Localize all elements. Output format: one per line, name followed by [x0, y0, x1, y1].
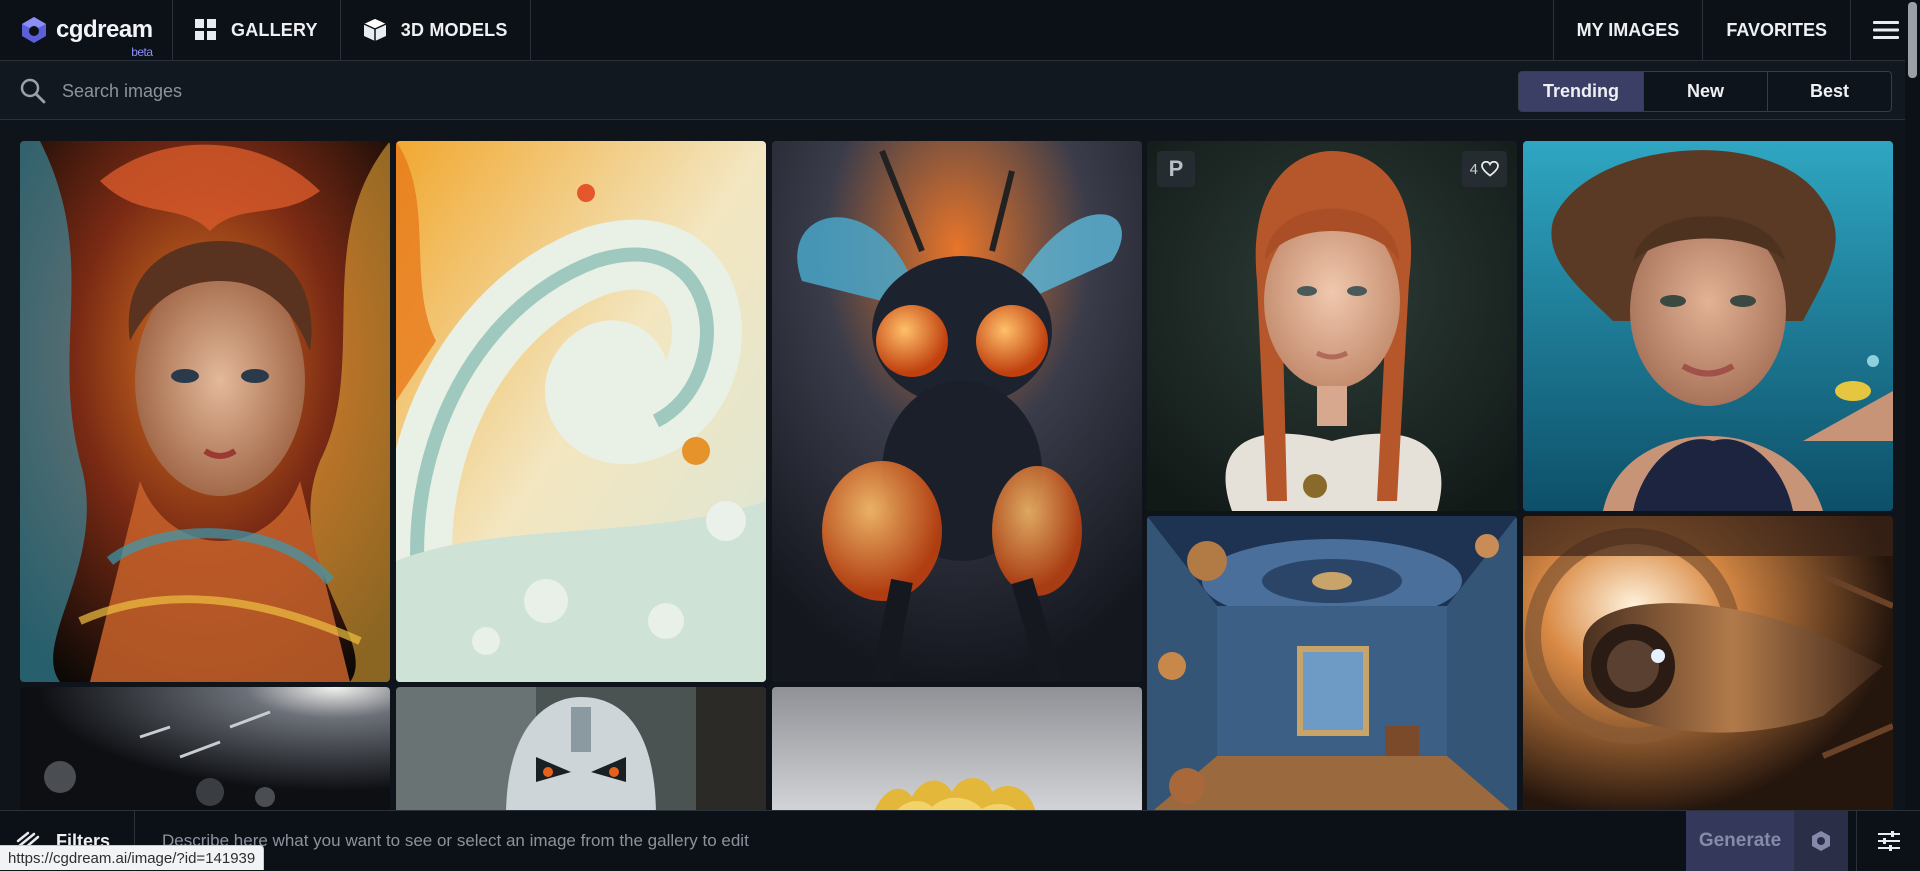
image-thumbnail — [772, 687, 1142, 810]
search-input[interactable] — [62, 75, 1162, 107]
image-thumbnail — [396, 687, 766, 810]
image-thumbnail — [1147, 516, 1517, 810]
image-gallery: P 4 — [0, 120, 1920, 810]
gallery-image[interactable] — [772, 141, 1142, 682]
heart-icon — [1481, 161, 1499, 177]
status-bar-url: https://cgdream.ai/image/?id=141939 — [0, 845, 265, 870]
model-icon — [1812, 831, 1830, 851]
generate-button[interactable]: Generate — [1686, 811, 1794, 871]
scrollbar-thumb[interactable] — [1908, 2, 1917, 78]
logo-text: cgdream beta — [56, 18, 153, 60]
gallery-image[interactable] — [396, 687, 766, 810]
settings-button[interactable] — [1856, 811, 1920, 871]
gallery-image[interactable]: P 4 — [1147, 141, 1517, 511]
my-images-label: MY IMAGES — [1576, 19, 1680, 40]
my-images-button[interactable]: MY IMAGES — [1552, 0, 1703, 60]
gallery-image[interactable] — [20, 141, 390, 682]
gallery-image[interactable] — [1523, 141, 1893, 511]
grid-icon — [195, 19, 216, 40]
sliders-icon — [1877, 831, 1900, 851]
gallery-image[interactable] — [20, 687, 390, 810]
premium-badge: P — [1157, 151, 1195, 187]
image-thumbnail — [1523, 516, 1893, 810]
prompt-input[interactable] — [162, 826, 1662, 856]
page-scrollbar[interactable] — [1905, 0, 1920, 810]
image-thumbnail — [1147, 141, 1517, 511]
nav-gallery-label: GALLERY — [231, 19, 318, 40]
top-navigation-bar: cgdream beta GALLERY 3D MODELS MY IMAGES… — [0, 0, 1920, 61]
sort-best-button[interactable]: Best — [1767, 72, 1891, 111]
hamburger-menu-icon — [1872, 21, 1899, 39]
like-button[interactable]: 4 — [1461, 151, 1507, 187]
sort-toggle-group: Trending New Best — [1518, 71, 1892, 112]
search-bar: Trending New Best — [0, 61, 1920, 120]
favorites-button[interactable]: FAVORITES — [1702, 0, 1850, 60]
image-thumbnail — [20, 141, 390, 682]
favorites-label: FAVORITES — [1726, 19, 1827, 40]
nav-gallery-button[interactable]: GALLERY — [173, 0, 341, 60]
gallery-image[interactable] — [1523, 516, 1893, 810]
search-icon — [20, 78, 46, 104]
nav-3d-models-button[interactable]: 3D MODELS — [341, 0, 531, 60]
image-thumbnail — [396, 141, 766, 682]
image-thumbnail — [20, 687, 390, 810]
gallery-image[interactable] — [772, 687, 1142, 810]
cube-icon — [363, 19, 387, 41]
bottom-prompt-bar: Filters Generate — [0, 810, 1920, 871]
image-thumbnail — [1523, 141, 1893, 511]
logo[interactable]: cgdream beta — [0, 0, 173, 60]
gallery-image[interactable] — [396, 141, 766, 682]
cgdream-logo-icon — [22, 17, 46, 43]
model-select-button[interactable] — [1794, 811, 1848, 871]
nav-3d-models-label: 3D MODELS — [400, 19, 508, 40]
image-thumbnail — [772, 141, 1142, 682]
sort-new-button[interactable]: New — [1643, 72, 1767, 111]
gallery-image[interactable] — [1147, 516, 1517, 810]
like-count: 4 — [1469, 160, 1478, 178]
sort-trending-button[interactable]: Trending — [1519, 72, 1643, 111]
